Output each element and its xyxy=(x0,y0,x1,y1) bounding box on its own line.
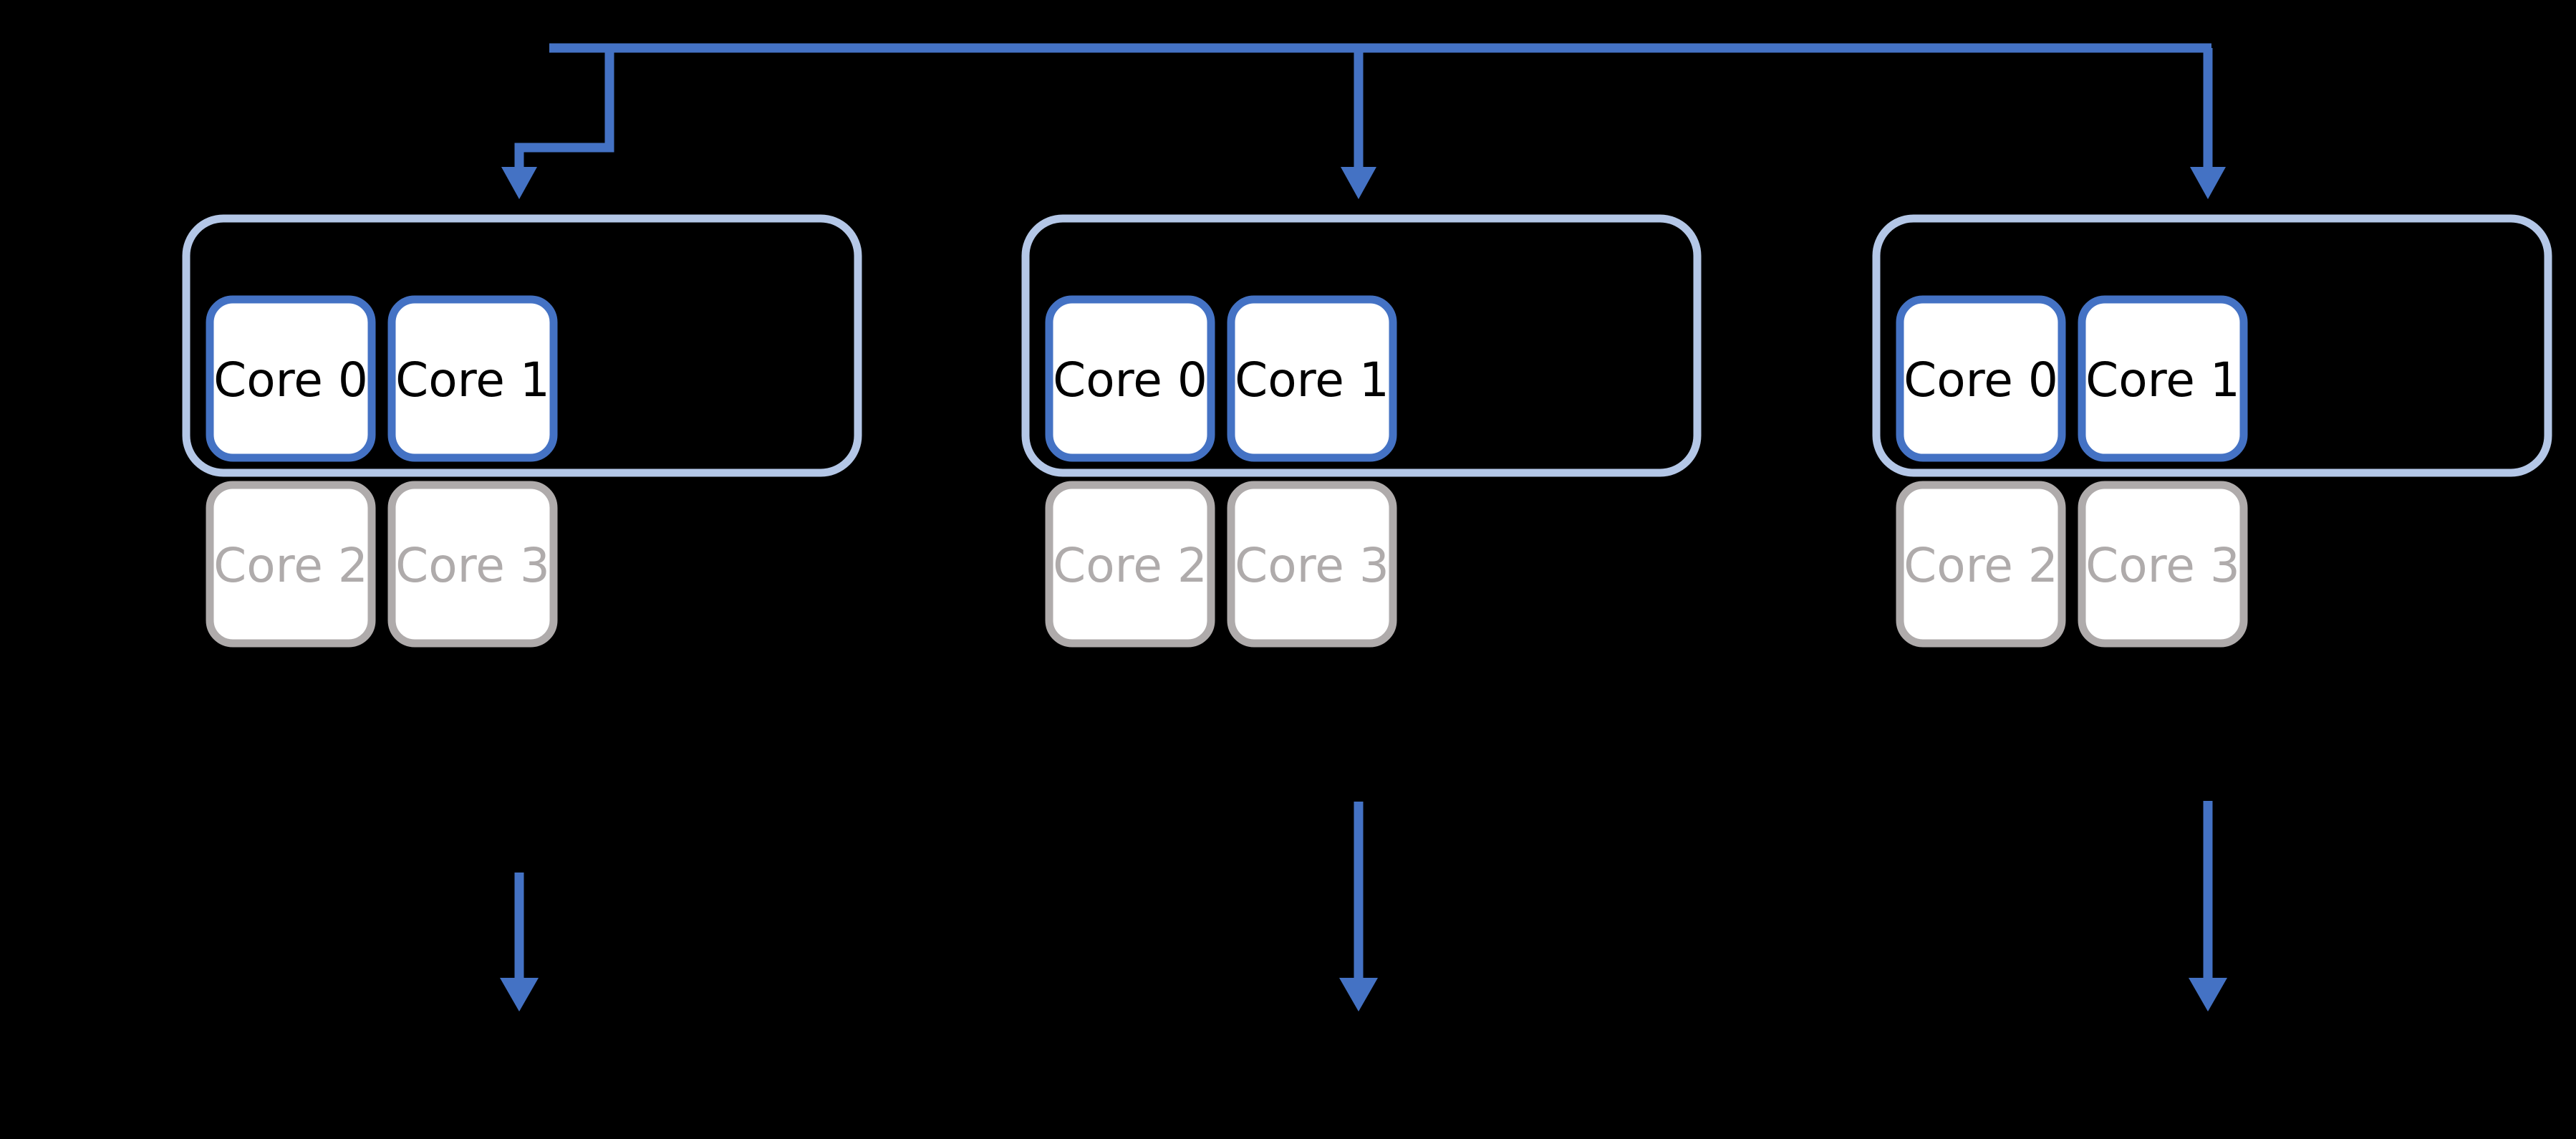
socket-2-core-3[interactable]: Core 3 xyxy=(2078,481,2248,648)
socket-0-core-2-label: Core 2 xyxy=(213,538,368,593)
socket-1-core-2[interactable]: Core 2 xyxy=(1045,481,1215,648)
incoming-arrowhead-socket-1 xyxy=(1341,167,1376,199)
socket-0-group[interactable]: Core 0 Core 1 Core 2 Core 3 xyxy=(182,214,862,648)
socket-0-core-0-label: Core 0 xyxy=(213,352,368,408)
diagram-canvas: Core 0 Core 1 Core 2 Core 3 Core 0 Core … xyxy=(0,0,2576,1139)
socket-1-core-0[interactable]: Core 0 xyxy=(1045,295,1215,462)
socket-0-core-0[interactable]: Core 0 xyxy=(206,295,376,462)
socket-0-core-1-label: Core 1 xyxy=(395,352,550,408)
socket-1-core-3-label: Core 3 xyxy=(1235,538,1389,593)
socket-2-core-1[interactable]: Core 1 xyxy=(2078,295,2248,462)
socket-2-core-3-label: Core 3 xyxy=(2085,538,2240,593)
socket-2-group[interactable]: Core 0 Core 1 Core 2 Core 3 xyxy=(1872,214,2552,648)
outgoing-arrowhead-socket-2 xyxy=(2189,978,2227,1011)
socket-1-core-2-label: Core 2 xyxy=(1053,538,1207,593)
socket-1-core-3[interactable]: Core 3 xyxy=(1227,481,1397,648)
socket-0-core-3-label: Core 3 xyxy=(395,538,550,593)
socket-2-core-2[interactable]: Core 2 xyxy=(1896,481,2066,648)
outgoing-arrowhead-socket-1 xyxy=(1339,978,1378,1011)
incoming-arrowhead-socket-2 xyxy=(2190,167,2226,199)
socket-1-group[interactable]: Core 0 Core 1 Core 2 Core 3 xyxy=(1021,214,1702,648)
socket-1-core-0-label: Core 0 xyxy=(1053,352,1207,408)
socket-2-core-0[interactable]: Core 0 xyxy=(1896,295,2066,462)
socket-0-core-3[interactable]: Core 3 xyxy=(387,481,558,648)
socket-1-core-1[interactable]: Core 1 xyxy=(1227,295,1397,462)
cpu-socket-diagram: Core 0 Core 1 Core 2 Core 3 Core 0 Core … xyxy=(182,43,2552,1011)
socket-0-core-1[interactable]: Core 1 xyxy=(387,295,558,462)
incoming-connector-socket-0 xyxy=(514,48,614,176)
incoming-arrowhead-socket-0 xyxy=(501,167,537,199)
socket-0-core-2[interactable]: Core 2 xyxy=(206,481,376,648)
bottom-outgoing-connectors xyxy=(500,801,2227,1011)
socket-1-core-1-label: Core 1 xyxy=(1235,352,1389,408)
outgoing-arrowhead-socket-0 xyxy=(500,978,539,1011)
socket-2-core-0-label: Core 0 xyxy=(1904,352,2058,408)
socket-2-core-2-label: Core 2 xyxy=(1904,538,2058,593)
socket-2-core-1-label: Core 1 xyxy=(2085,352,2240,408)
top-bus-connectors xyxy=(501,43,2226,199)
